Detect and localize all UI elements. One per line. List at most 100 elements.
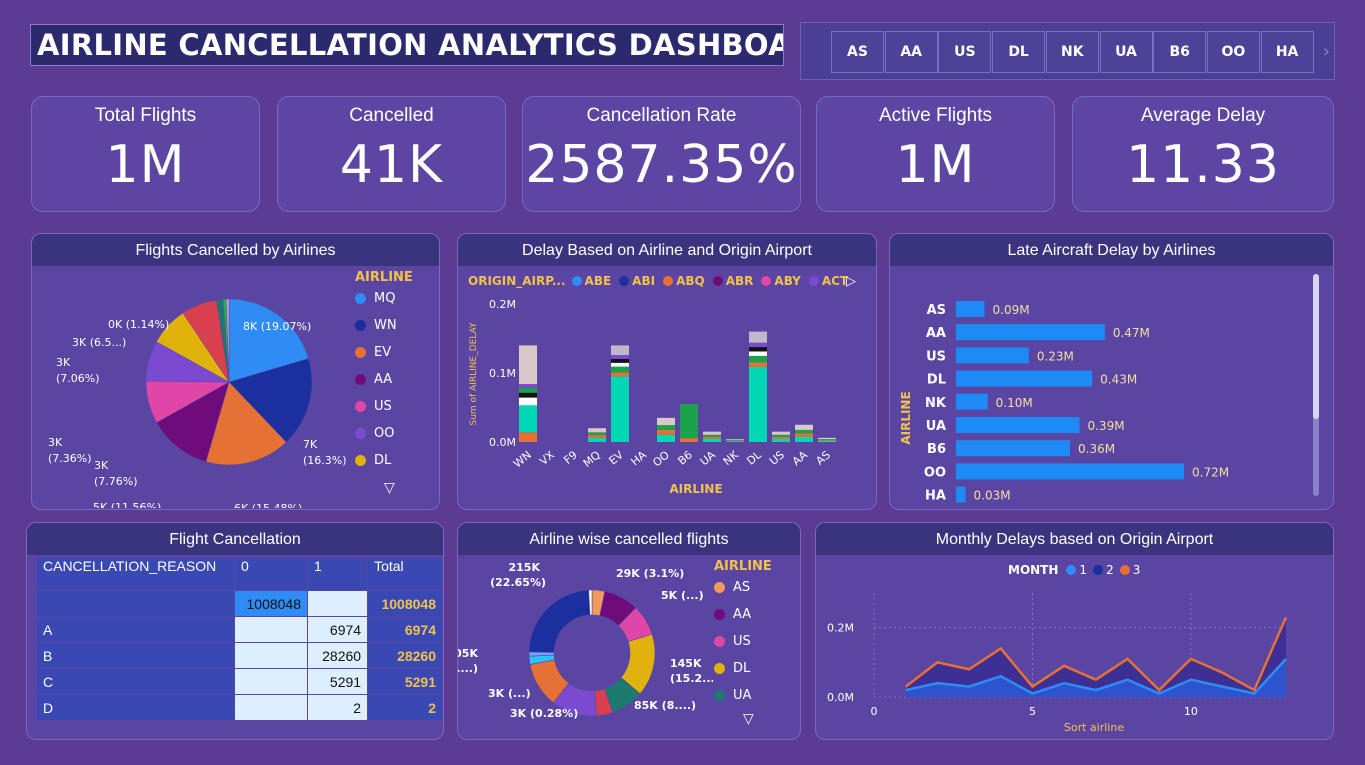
legend-item[interactable]: 2 (1093, 563, 1114, 577)
x-tick-label: 0 (871, 705, 878, 718)
legend-label: ACT (821, 274, 849, 288)
kpi-label: Average Delay (1140, 105, 1266, 126)
panel-title: Late Aircraft Delay by Airlines (890, 234, 1333, 266)
legend-item[interactable]: AA (355, 366, 413, 393)
legend-item[interactable]: WN (355, 312, 413, 339)
legend-item[interactable]: US (714, 628, 772, 655)
pie-label: 3K (48, 436, 63, 449)
legend-item[interactable]: 3 (1119, 563, 1141, 577)
table-cell (234, 694, 309, 721)
stacked-segment (795, 429, 813, 434)
legend-label: UA (733, 688, 752, 703)
scroll-down-icon[interactable]: ▽ (743, 711, 754, 727)
table-cell: 5291 (367, 668, 443, 695)
legend-item[interactable]: EV (355, 339, 413, 366)
slicer-button-oo[interactable]: OO (1206, 31, 1260, 73)
slicer-button-ua[interactable]: UA (1099, 31, 1153, 73)
table-cell: 1008048 (234, 590, 309, 617)
pie-label: (7.06%) (56, 372, 100, 385)
legend-item[interactable]: ABY (761, 274, 801, 288)
table-header-cell[interactable]: Total (367, 557, 443, 591)
monthly-area-chart: 0.2M 0.0M 0 5 10 Sort airline (827, 593, 1288, 734)
panel-title: Flights Cancelled by Airlines (32, 234, 439, 266)
bar (956, 440, 1070, 457)
legend-item[interactable]: MQ (355, 285, 413, 312)
slicer-button-dl[interactable]: DL (992, 31, 1046, 73)
pie-legend: AIRLINE MQ WN EV AA US OO DL (355, 270, 413, 474)
table-header-cell[interactable]: CANCELLATION_REASON (35, 557, 236, 591)
monthly-legend: MONTH 1 2 3 (1008, 563, 1140, 577)
stacked-segment (611, 345, 629, 356)
y-tick-label: UA (926, 419, 946, 434)
legend-item[interactable]: DL (714, 655, 772, 682)
data-label: 0.72M (1192, 465, 1229, 479)
stacked-segment (657, 425, 675, 430)
panel-title: Monthly Delays based on Origin Airport (816, 523, 1333, 555)
kpi-cancelled: Cancelled 41K (277, 96, 506, 212)
kpi-label: Total Flights (94, 105, 197, 126)
stacked-segment (726, 439, 744, 441)
table-cell: 2 (307, 694, 369, 721)
stacked-segment (588, 432, 606, 436)
stacked-segment (611, 366, 629, 373)
slicer-button-us[interactable]: US (938, 31, 992, 73)
legend-item[interactable]: AA (714, 601, 772, 628)
legend-item[interactable]: ABQ (663, 274, 705, 288)
table-cell (234, 642, 309, 669)
legend-item[interactable]: ACT (808, 274, 849, 288)
legend-item[interactable]: UA (714, 682, 772, 709)
x-axis-label: AIRLINE (669, 482, 722, 496)
chevron-right-icon[interactable]: › (1323, 41, 1330, 62)
legend-item[interactable]: ABR (712, 274, 753, 288)
table-cell: C (35, 668, 236, 695)
legend-label: 3 (1132, 563, 1141, 577)
legend-item[interactable]: US (355, 393, 413, 420)
legend-item[interactable]: ABI (619, 274, 655, 288)
stacked-segment (519, 432, 537, 442)
legend-label: 2 (1106, 563, 1114, 577)
table-row: 1008048 1008048 (35, 590, 443, 617)
scrollbar-thumb[interactable] (1313, 274, 1319, 419)
y-tick-label: AS (927, 303, 946, 318)
legend-dot-icon (714, 663, 725, 674)
data-label: 0.47M (1113, 326, 1150, 340)
legend-item[interactable]: AS (714, 574, 772, 601)
donut-label: 215K (509, 561, 541, 574)
stacked-segment (588, 437, 606, 442)
legend-label: DL (733, 661, 751, 676)
stacked-segment (818, 437, 836, 440)
table-cell (234, 616, 309, 643)
table-cell (307, 590, 369, 617)
stacked-segment (726, 441, 744, 442)
legend-item[interactable]: DL (355, 447, 413, 474)
table-header-cell[interactable]: 0 (234, 557, 309, 591)
stacked-segment (657, 429, 675, 435)
legend-label: AA (374, 372, 393, 387)
stacked-segment (657, 434, 675, 442)
legend-dot-icon (808, 276, 819, 286)
legend-label: US (374, 399, 392, 414)
legend-item[interactable]: OO (355, 420, 413, 447)
stacked-segment (519, 392, 537, 398)
cancellation-table: CANCELLATION_REASON 0 1 Total 1008048 1008048… (35, 557, 443, 721)
slicer-button-as[interactable]: AS (831, 31, 884, 73)
slicer-button-ha[interactable]: HA (1260, 31, 1314, 73)
legend-label: ABE (584, 274, 612, 288)
slicer-button-nk[interactable]: NK (1045, 31, 1099, 73)
legend-next-icon[interactable]: ▷ (846, 274, 856, 289)
kpi-average-delay: Average Delay 11.33 (1072, 96, 1334, 212)
stacked-segment (519, 384, 537, 388)
table-cell: A (35, 616, 236, 643)
stacked-segment (795, 424, 813, 430)
donut-label: 3K (0.28%) (510, 707, 578, 720)
legend-dot-icon (355, 320, 366, 331)
slicer-button-b6[interactable]: B6 (1153, 31, 1207, 73)
legend-item[interactable]: 1 (1066, 563, 1087, 577)
legend-item[interactable]: ABE (571, 274, 612, 288)
table-row: C 5291 5291 (35, 668, 443, 695)
slicer-button-aa[interactable]: AA (884, 31, 938, 73)
table-header-cell[interactable]: 1 (307, 557, 369, 591)
scrollbar[interactable] (1313, 274, 1319, 496)
scroll-down-icon[interactable]: ▽ (384, 480, 395, 496)
donut-panel: Airline wise cancelled flights 215K (22.6… (457, 522, 801, 740)
